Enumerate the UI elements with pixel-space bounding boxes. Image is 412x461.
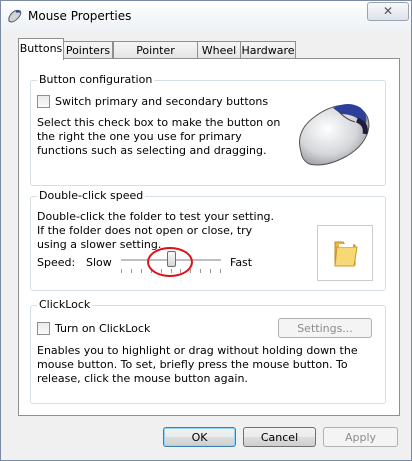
clicklock-group: ClickLock Turn on ClickLock Settings... … bbox=[30, 298, 386, 404]
mouse-properties-window: Mouse Properties ✕ Buttons Pointers Poin… bbox=[0, 0, 412, 461]
button-label: Settings... bbox=[297, 322, 353, 335]
slider-tick bbox=[131, 269, 132, 273]
mouse-icon bbox=[7, 8, 23, 24]
checkbox-label: Turn on ClickLock bbox=[55, 322, 151, 335]
clicklock-checkbox[interactable] bbox=[37, 322, 50, 335]
slider-tick bbox=[121, 269, 122, 273]
slow-label: Slow bbox=[86, 256, 112, 269]
window-title: Mouse Properties bbox=[28, 9, 132, 23]
clicklock-description: Enables you to highlight or drag without… bbox=[37, 344, 358, 385]
button-label: Cancel bbox=[260, 431, 299, 444]
close-button[interactable]: ✕ bbox=[367, 2, 409, 21]
tab-label: Wheel bbox=[201, 44, 237, 57]
apply-button[interactable]: Apply bbox=[323, 427, 398, 447]
slider-tick bbox=[210, 269, 211, 273]
tab-panel-buttons: Button configuration Switch primary and … bbox=[18, 58, 400, 416]
slider-tick bbox=[190, 269, 191, 273]
tab-pointers[interactable]: Pointers bbox=[63, 41, 113, 59]
title-bar[interactable]: Mouse Properties ✕ bbox=[1, 1, 411, 31]
fast-label: Fast bbox=[230, 256, 253, 269]
cancel-button[interactable]: Cancel bbox=[243, 427, 316, 447]
double-click-description: Double-click the folder to test your set… bbox=[37, 210, 275, 251]
tab-label: Hardware bbox=[241, 44, 295, 57]
double-click-speed-group: Double-click speed Double-click the fold… bbox=[30, 189, 386, 291]
group-title: Double-click speed bbox=[37, 189, 146, 202]
button-label: OK bbox=[191, 431, 208, 444]
switch-buttons-checkbox[interactable] bbox=[37, 95, 50, 108]
tab-label: Pointers bbox=[65, 44, 111, 57]
button-label: Apply bbox=[344, 431, 377, 444]
button-configuration-group: Button configuration Switch primary and … bbox=[30, 73, 386, 186]
tab-hardware[interactable]: Hardware bbox=[240, 41, 296, 59]
slider-tick bbox=[200, 269, 201, 273]
tab-wheel[interactable]: Wheel bbox=[197, 41, 241, 59]
speed-label: Speed: bbox=[37, 256, 76, 269]
button-config-description: Select this check box to make the button… bbox=[37, 116, 281, 157]
slider-tick bbox=[141, 269, 142, 273]
close-icon: ✕ bbox=[382, 4, 394, 18]
test-folder-box[interactable] bbox=[317, 225, 373, 281]
slider-tick bbox=[220, 269, 221, 273]
tab-label: Buttons bbox=[19, 42, 63, 55]
ok-button[interactable]: OK bbox=[163, 427, 236, 447]
checkbox-label: Switch primary and secondary buttons bbox=[55, 95, 269, 108]
group-title: ClickLock bbox=[37, 298, 93, 311]
folder-icon bbox=[332, 238, 360, 268]
red-highlight-circle bbox=[147, 247, 193, 277]
tab-pointer-options[interactable]: Pointer Options bbox=[113, 41, 198, 75]
tab-buttons[interactable]: Buttons bbox=[18, 38, 64, 60]
group-title: Button configuration bbox=[37, 73, 155, 86]
mouse-image bbox=[289, 90, 381, 176]
clicklock-settings-button[interactable]: Settings... bbox=[278, 318, 372, 338]
